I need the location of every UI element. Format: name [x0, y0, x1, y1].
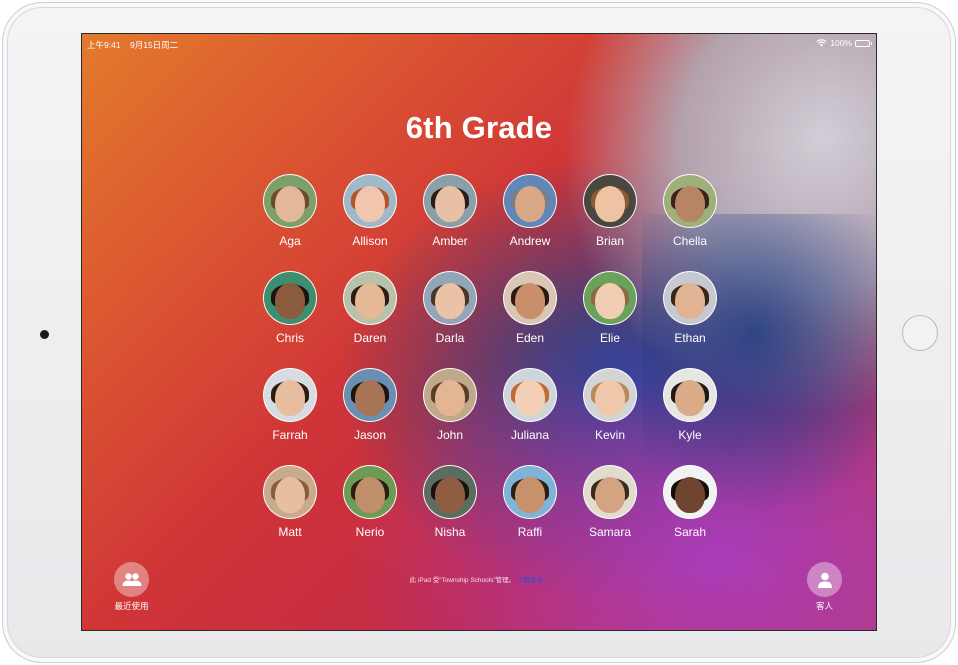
student-name: Darla	[435, 331, 465, 345]
page-title: 6th Grade	[405, 110, 553, 145]
student-kyle[interactable]: Kyle	[650, 368, 730, 465]
student-avatar	[663, 174, 717, 228]
student-avatar	[343, 465, 397, 519]
student-darla[interactable]: Darla	[410, 271, 490, 368]
status-time: 上午9:41	[87, 40, 121, 50]
student-name: Allison	[352, 234, 388, 248]
student-farrah[interactable]: Farrah	[250, 368, 330, 465]
student-name: Ethan	[674, 331, 706, 345]
student-name: John	[436, 428, 464, 442]
student-juliana[interactable]: Juliana	[490, 368, 570, 465]
guest-label: 客人	[815, 601, 833, 611]
student-jason[interactable]: Jason	[330, 368, 410, 465]
student-avatar	[583, 174, 637, 228]
student-ethan[interactable]: Ethan	[650, 271, 730, 368]
student-grid: Aga Allison Amber Andrew Brian Chella Chris Dar…	[250, 174, 730, 562]
status-bar: 上午9:41 9月15日周二 100%	[82, 34, 876, 52]
student-avatar	[263, 368, 317, 422]
student-nerio[interactable]: Nerio	[330, 465, 410, 562]
status-date: 9月15日周二	[130, 40, 179, 50]
student-avatar	[663, 271, 717, 325]
student-nisha[interactable]: Nisha	[410, 465, 490, 562]
student-avatar	[423, 174, 477, 228]
student-elie[interactable]: Elie	[570, 271, 650, 368]
home-button[interactable]	[902, 315, 938, 351]
lock-screen: 上午9:41 9月15日周二 100% 6th Grade Aga Allison…	[81, 33, 877, 631]
student-allison[interactable]: Allison	[330, 174, 410, 271]
student-avatar	[423, 465, 477, 519]
student-name: Chris	[275, 331, 304, 345]
student-avatar	[663, 465, 717, 519]
student-name: Andrew	[509, 234, 551, 248]
recent-users-label: 最近使用	[114, 601, 149, 611]
student-name: Kyle	[678, 428, 702, 442]
student-matt[interactable]: Matt	[250, 465, 330, 562]
student-avatar	[503, 271, 557, 325]
student-avatar	[343, 271, 397, 325]
student-name: Amber	[432, 234, 468, 248]
person-icon	[807, 562, 842, 597]
student-name: Brian	[595, 234, 624, 248]
student-name: Nerio	[355, 525, 385, 539]
student-name: Raffi	[517, 525, 543, 539]
student-name: Nisha	[434, 525, 466, 539]
student-avatar	[423, 271, 477, 325]
managed-text: 此 iPad 受“Township Schools”管理。	[409, 577, 516, 584]
guest-button[interactable]: 客人	[807, 562, 842, 612]
student-avatar	[343, 174, 397, 228]
student-avatar	[263, 465, 317, 519]
learn-more-link[interactable]: 了解更多...	[517, 577, 548, 584]
student-raffi[interactable]: Raffi	[490, 465, 570, 562]
student-avatar	[503, 465, 557, 519]
student-name: Eden	[515, 331, 545, 345]
student-name: Jason	[353, 428, 387, 442]
student-brian[interactable]: Brian	[570, 174, 650, 271]
battery-icon	[855, 39, 872, 47]
student-kevin[interactable]: Kevin	[570, 368, 650, 465]
student-aga[interactable]: Aga	[250, 174, 330, 271]
student-name: Juliana	[510, 428, 550, 442]
student-daren[interactable]: Daren	[330, 271, 410, 368]
student-avatar	[663, 368, 717, 422]
student-john[interactable]: John	[410, 368, 490, 465]
wifi-icon	[816, 39, 827, 47]
managed-notice: 此 iPad 受“Township Schools”管理。 了解更多...	[82, 574, 876, 584]
student-avatar	[583, 465, 637, 519]
student-samara[interactable]: Samara	[570, 465, 650, 562]
student-avatar	[263, 271, 317, 325]
student-avatar	[503, 368, 557, 422]
student-eden[interactable]: Eden	[490, 271, 570, 368]
student-avatar	[583, 368, 637, 422]
student-avatar	[263, 174, 317, 228]
student-name: Daren	[353, 331, 387, 345]
student-name: Chella	[672, 234, 708, 248]
status-indicators: 100%	[816, 38, 872, 48]
student-name: Elie	[599, 331, 620, 345]
front-camera	[40, 330, 49, 339]
student-amber[interactable]: Amber	[410, 174, 490, 271]
student-name: Kevin	[594, 428, 626, 442]
student-name: Sarah	[673, 525, 707, 539]
recent-users-button[interactable]: 最近使用	[114, 562, 149, 612]
student-avatar	[583, 271, 637, 325]
student-chris[interactable]: Chris	[250, 271, 330, 368]
student-name: Matt	[278, 525, 302, 539]
battery-percent: 100%	[830, 38, 852, 48]
student-name: Farrah	[272, 428, 308, 442]
student-avatar	[343, 368, 397, 422]
student-chella[interactable]: Chella	[650, 174, 730, 271]
student-name: Samara	[588, 525, 632, 539]
student-andrew[interactable]: Andrew	[490, 174, 570, 271]
student-avatar	[423, 368, 477, 422]
student-name: Aga	[279, 234, 301, 248]
student-sarah[interactable]: Sarah	[650, 465, 730, 562]
student-avatar	[503, 174, 557, 228]
